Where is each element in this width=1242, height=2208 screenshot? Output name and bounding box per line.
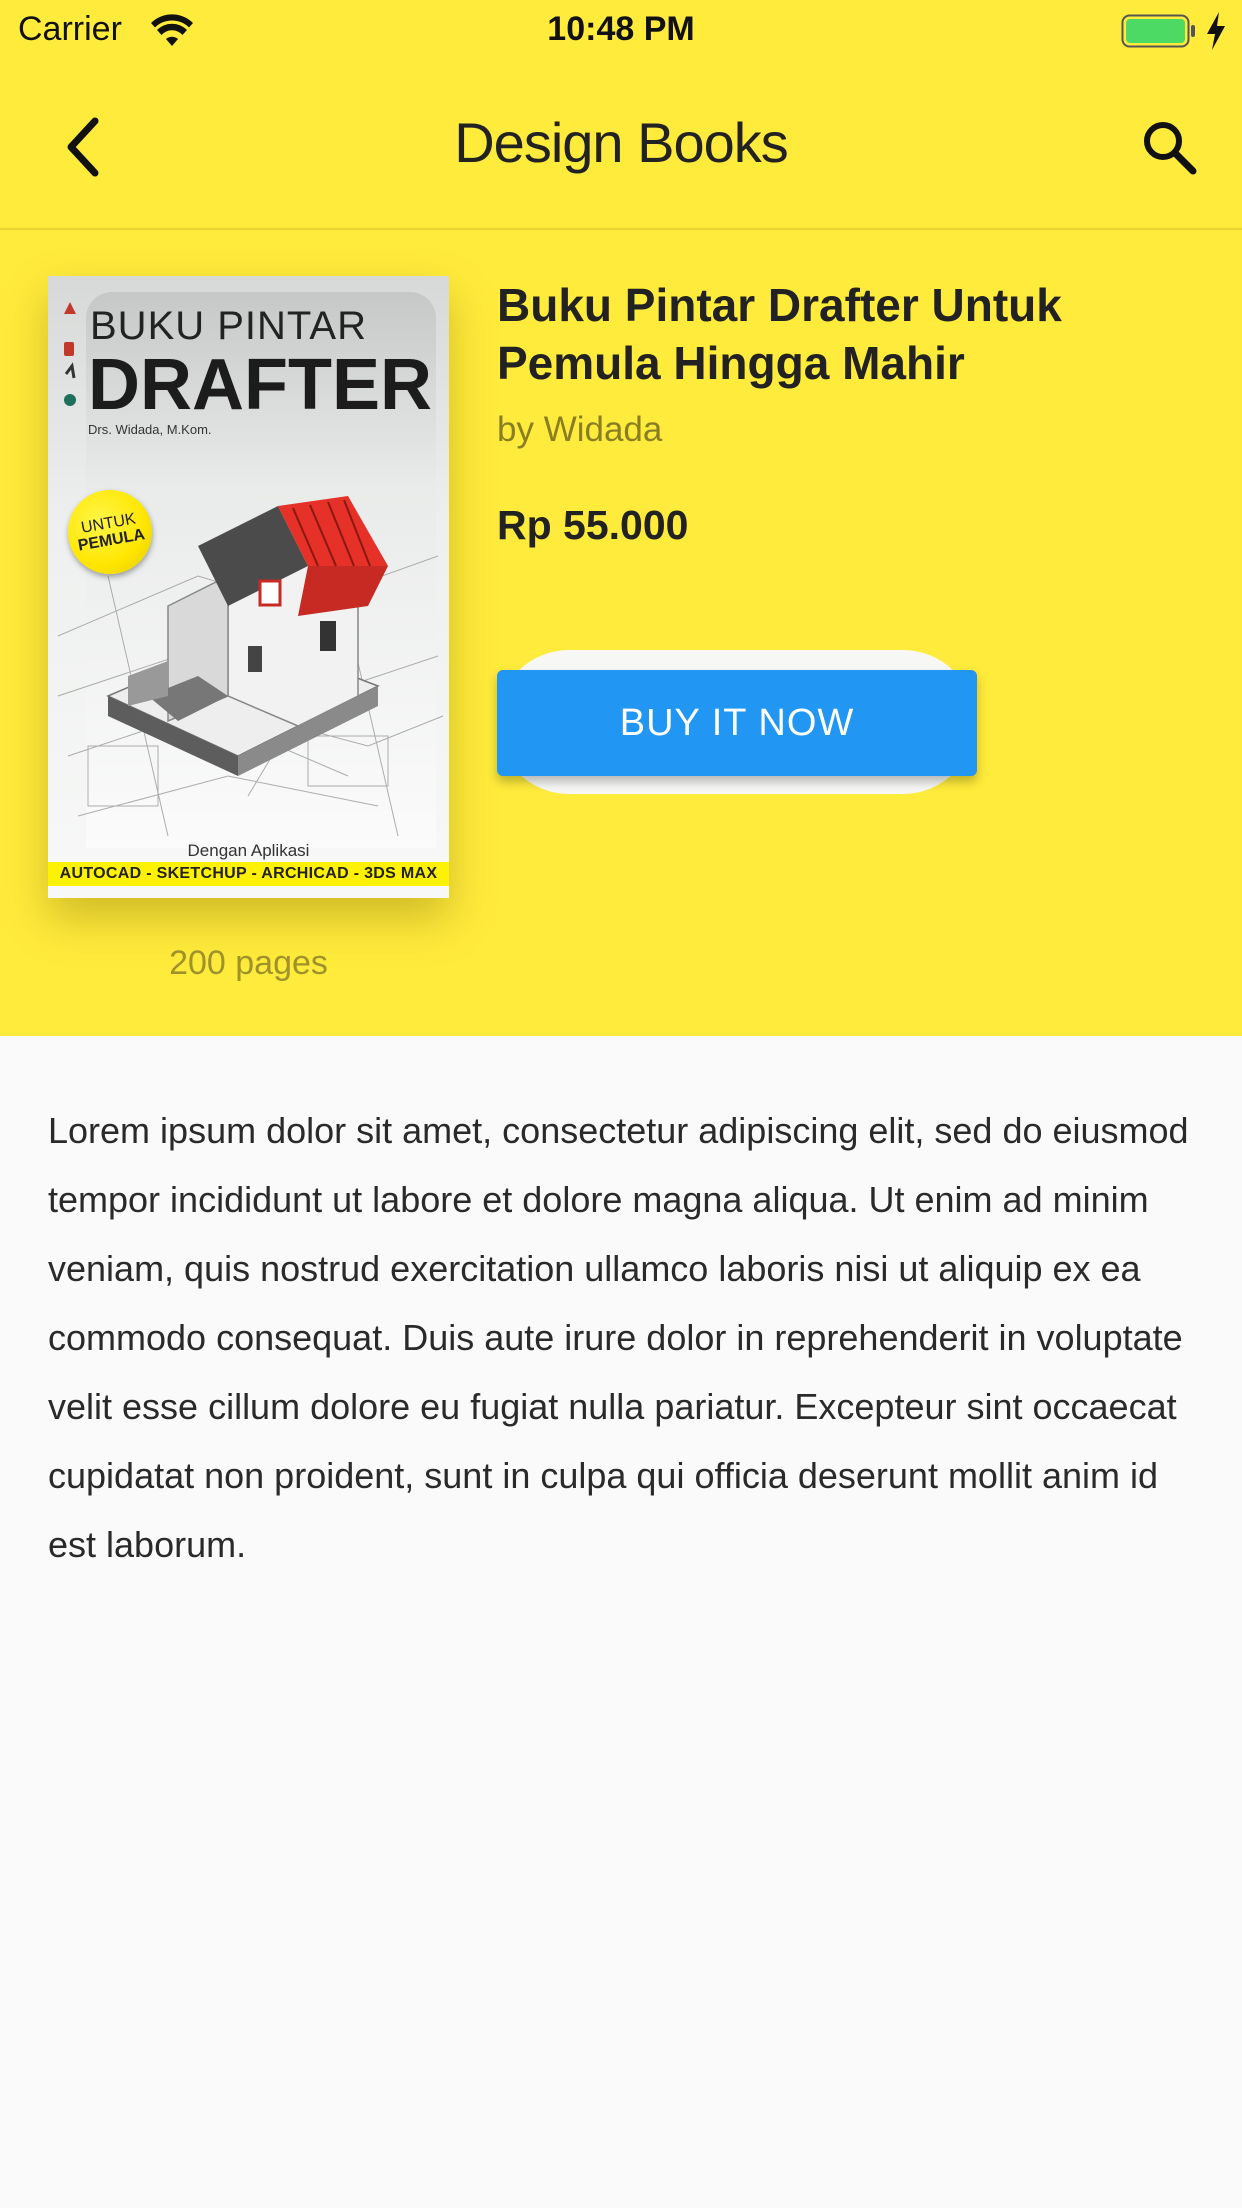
book-title: Buku Pintar Drafter Untuk Pemula Hingga … <box>497 279 1062 389</box>
page-count: 200 pages <box>169 944 328 982</box>
book-price: Rp 55.000 <box>497 502 689 548</box>
clock-label: 10:48 PM <box>547 10 695 48</box>
search-icon <box>1144 122 1197 175</box>
cover-software-strip: AUTOCAD - SKETCHUP - ARCHICAD - 3DS MAX <box>48 862 449 886</box>
buy-now-button[interactable]: BUY IT NOW <box>497 670 977 776</box>
search-button[interactable] <box>1124 102 1214 192</box>
cover-app-label: Dengan Aplikasi <box>187 841 310 860</box>
cover-author: Drs. Widada, M.Kom. <box>88 422 212 437</box>
app-bar: Design Books <box>0 62 1242 230</box>
cover-title-top: BUKU PINTAR <box>90 304 367 348</box>
battery-icon <box>1121 14 1195 48</box>
book-cover-image[interactable]: BUKU PINTAR DRAFTER Drs. Widada, M.Kom. … <box>48 276 449 898</box>
charging-icon <box>1207 12 1225 50</box>
book-description: Lorem ipsum dolor sit amet, consectetur … <box>48 1110 1189 1565</box>
book-author: by Widada <box>497 410 663 449</box>
book-header-section: Carrier 10:48 PM Design Books BUKU PINTA… <box>0 0 1242 1036</box>
page-title: Design Books <box>454 111 789 174</box>
status-bar: Carrier 10:48 PM <box>0 0 1242 62</box>
cover-title-main: DRAFTER <box>88 345 432 425</box>
